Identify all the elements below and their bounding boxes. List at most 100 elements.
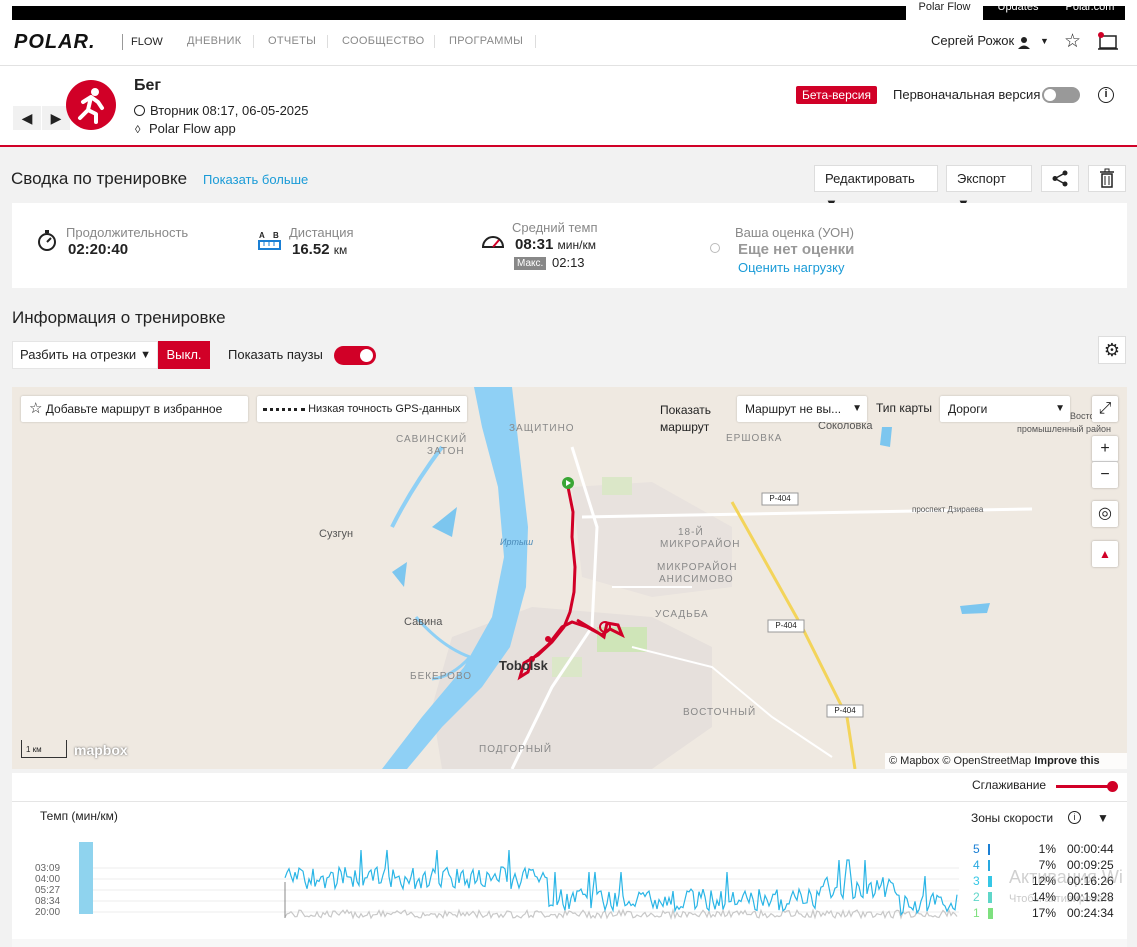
rpe-value: Еще нет оценки xyxy=(738,241,855,258)
export-button[interactable]: Экспорт ▼ xyxy=(946,165,1032,211)
rate-load-link[interactable]: Оценить нагрузку xyxy=(738,260,844,275)
polar-logo[interactable]: POLAR. xyxy=(14,31,96,54)
gear-icon[interactable]: ⚙ xyxy=(1098,336,1126,364)
nav-community[interactable]: СООБЩЕСТВО xyxy=(342,35,425,47)
y-tick-label: 03:09 xyxy=(35,863,61,874)
nav-reports[interactable]: ОТЧЕТЫ xyxy=(268,35,316,47)
show-pauses-toggle[interactable] xyxy=(334,346,376,365)
split-label: Разбить на отрезки xyxy=(20,347,137,362)
map-label-city: Tobolsk xyxy=(499,658,548,673)
max-pace-badge: Макс. xyxy=(514,257,547,270)
mapbox-logo[interactable]: mapbox xyxy=(74,742,128,758)
gps-accuracy-legend: Низкая точность GPS-данных xyxy=(257,396,467,422)
zone-color-bar xyxy=(79,842,93,914)
export-label: Экспорт xyxy=(957,171,1006,186)
route-select[interactable]: Маршрут не вы... ▼ xyxy=(737,396,867,422)
share-icon xyxy=(1052,170,1068,187)
y-tick-label: 08:34 xyxy=(35,896,61,907)
zone-bar xyxy=(988,876,992,887)
share-button[interactable] xyxy=(1041,165,1079,192)
map-label: Иртыш xyxy=(500,537,534,547)
map-attribution: © Mapbox © OpenStreetMap Improve this ma… xyxy=(885,753,1127,769)
zoom-out-button[interactable]: − xyxy=(1092,462,1118,488)
tab-updates[interactable]: Updates xyxy=(996,0,1040,20)
y-tick-label: 20:00 xyxy=(35,907,61,918)
zone-bar xyxy=(988,892,992,903)
delete-button[interactable] xyxy=(1088,165,1126,192)
running-icon xyxy=(66,80,116,130)
chevron-down-icon[interactable]: ▼ xyxy=(1040,36,1049,46)
show-route-label-line1: Показать xyxy=(660,403,712,417)
zone-bar xyxy=(988,908,993,919)
distance-unit: км xyxy=(333,243,348,257)
edit-button[interactable]: Редактировать ▼ xyxy=(814,165,938,211)
split-select[interactable]: Разбить на отрезки ▼ xyxy=(12,341,158,369)
user-name[interactable]: Сергей Рожок xyxy=(931,33,1014,48)
prev-session-button[interactable]: ◀ xyxy=(13,106,41,130)
original-version-label: Первоначальная версия xyxy=(893,87,1041,102)
nav-diary[interactable]: ДНЕВНИК xyxy=(187,35,241,47)
summary-title: Сводка по тренировке xyxy=(11,169,188,188)
star-icon: ☆ xyxy=(29,400,43,417)
speedometer-icon xyxy=(481,236,505,248)
rpe-icon xyxy=(710,243,720,253)
map-label: МИКРОРАЙОН xyxy=(657,562,738,573)
fullscreen-icon[interactable]: ⤢ xyxy=(1092,396,1118,422)
map-label: МИКРОРАЙОН xyxy=(660,539,741,550)
show-pauses-label: Показать паузы xyxy=(228,347,323,362)
pause-series xyxy=(284,907,958,921)
svg-text:A: A xyxy=(259,231,265,240)
compass-icon[interactable]: ▲ xyxy=(1092,541,1118,567)
show-more-link[interactable]: Показать больше xyxy=(203,172,308,187)
windows-watermark-sub: Чтобы активировать xyxy=(1009,893,1114,905)
map-canvas[interactable] xyxy=(12,387,1127,769)
map-label: БЕКЕРОВО xyxy=(410,671,473,682)
split-off-button[interactable]: Выкл. xyxy=(158,341,210,369)
zone-number: 4 xyxy=(973,858,980,872)
duration-value: 02:20:40 xyxy=(68,241,129,258)
tab-polar-flow[interactable]: Polar Flow xyxy=(906,0,983,20)
session-source: Polar Flow app xyxy=(149,121,236,136)
pace-value: 08:31 xyxy=(515,236,554,253)
duration-label: Продолжительность xyxy=(66,225,189,240)
flow-label: FLOW xyxy=(131,36,163,48)
map-label: САВИНСКИЙ xyxy=(396,434,468,445)
attribution-text[interactable]: © Mapbox © OpenStreetMap xyxy=(889,755,1031,767)
app-source-icon: ◊ xyxy=(135,124,141,136)
zone-number: 2 xyxy=(973,890,980,904)
lake xyxy=(880,427,892,447)
device-sync-icon[interactable] xyxy=(1097,31,1119,51)
route-map[interactable]: Р-404 Р-404 Р-404 САВИНСКИЙ ЗАТОН ЗАЩИТИ… xyxy=(12,387,1127,769)
info-icon[interactable]: i xyxy=(1068,811,1081,824)
locate-icon[interactable]: ◎ xyxy=(1092,501,1118,527)
map-label: УСАДЬБА xyxy=(655,609,709,620)
user-icon[interactable] xyxy=(1017,35,1031,49)
add-favorite-route-button[interactable]: ☆ Добавьте маршрут в избранное xyxy=(21,396,248,422)
original-version-toggle[interactable] xyxy=(1042,87,1080,103)
trash-icon xyxy=(1100,168,1114,188)
speed-zones-title: Зоны скорости xyxy=(971,811,1054,825)
max-pace-value: 02:13 xyxy=(552,255,585,270)
zone-number: 5 xyxy=(973,842,980,856)
pace-label: Средний темп xyxy=(512,220,598,235)
star-icon[interactable]: ☆ xyxy=(1064,30,1081,53)
chevron-down-icon[interactable]: ▼ xyxy=(1097,811,1109,825)
distance-label: Дистанция xyxy=(289,225,354,240)
smoothing-slider-handle[interactable] xyxy=(1107,781,1118,792)
chevron-down-icon: ▼ xyxy=(1055,403,1065,414)
speed-zone-row: 1 17% 00:24:34 xyxy=(966,906,1126,922)
y-tick-label: 05:27 xyxy=(35,885,61,896)
route-point xyxy=(545,636,551,642)
nav-programs[interactable]: ПРОГРАММЫ xyxy=(449,35,523,47)
clock-icon xyxy=(134,105,145,116)
tab-polar-com[interactable]: Polar.com xyxy=(1062,0,1118,20)
pace-chart-svg[interactable] xyxy=(79,842,959,926)
map-scale: 1 км xyxy=(21,740,67,758)
beta-badge[interactable]: Бета-версия xyxy=(796,86,877,104)
smoothing-slider-track[interactable] xyxy=(1056,785,1114,788)
zoom-in-button[interactable]: + xyxy=(1092,436,1118,462)
map-type-select[interactable]: Дороги ▼ xyxy=(940,396,1070,422)
divider xyxy=(12,801,1127,802)
sport-title: Бег xyxy=(134,77,162,94)
info-icon[interactable]: i xyxy=(1098,87,1114,103)
